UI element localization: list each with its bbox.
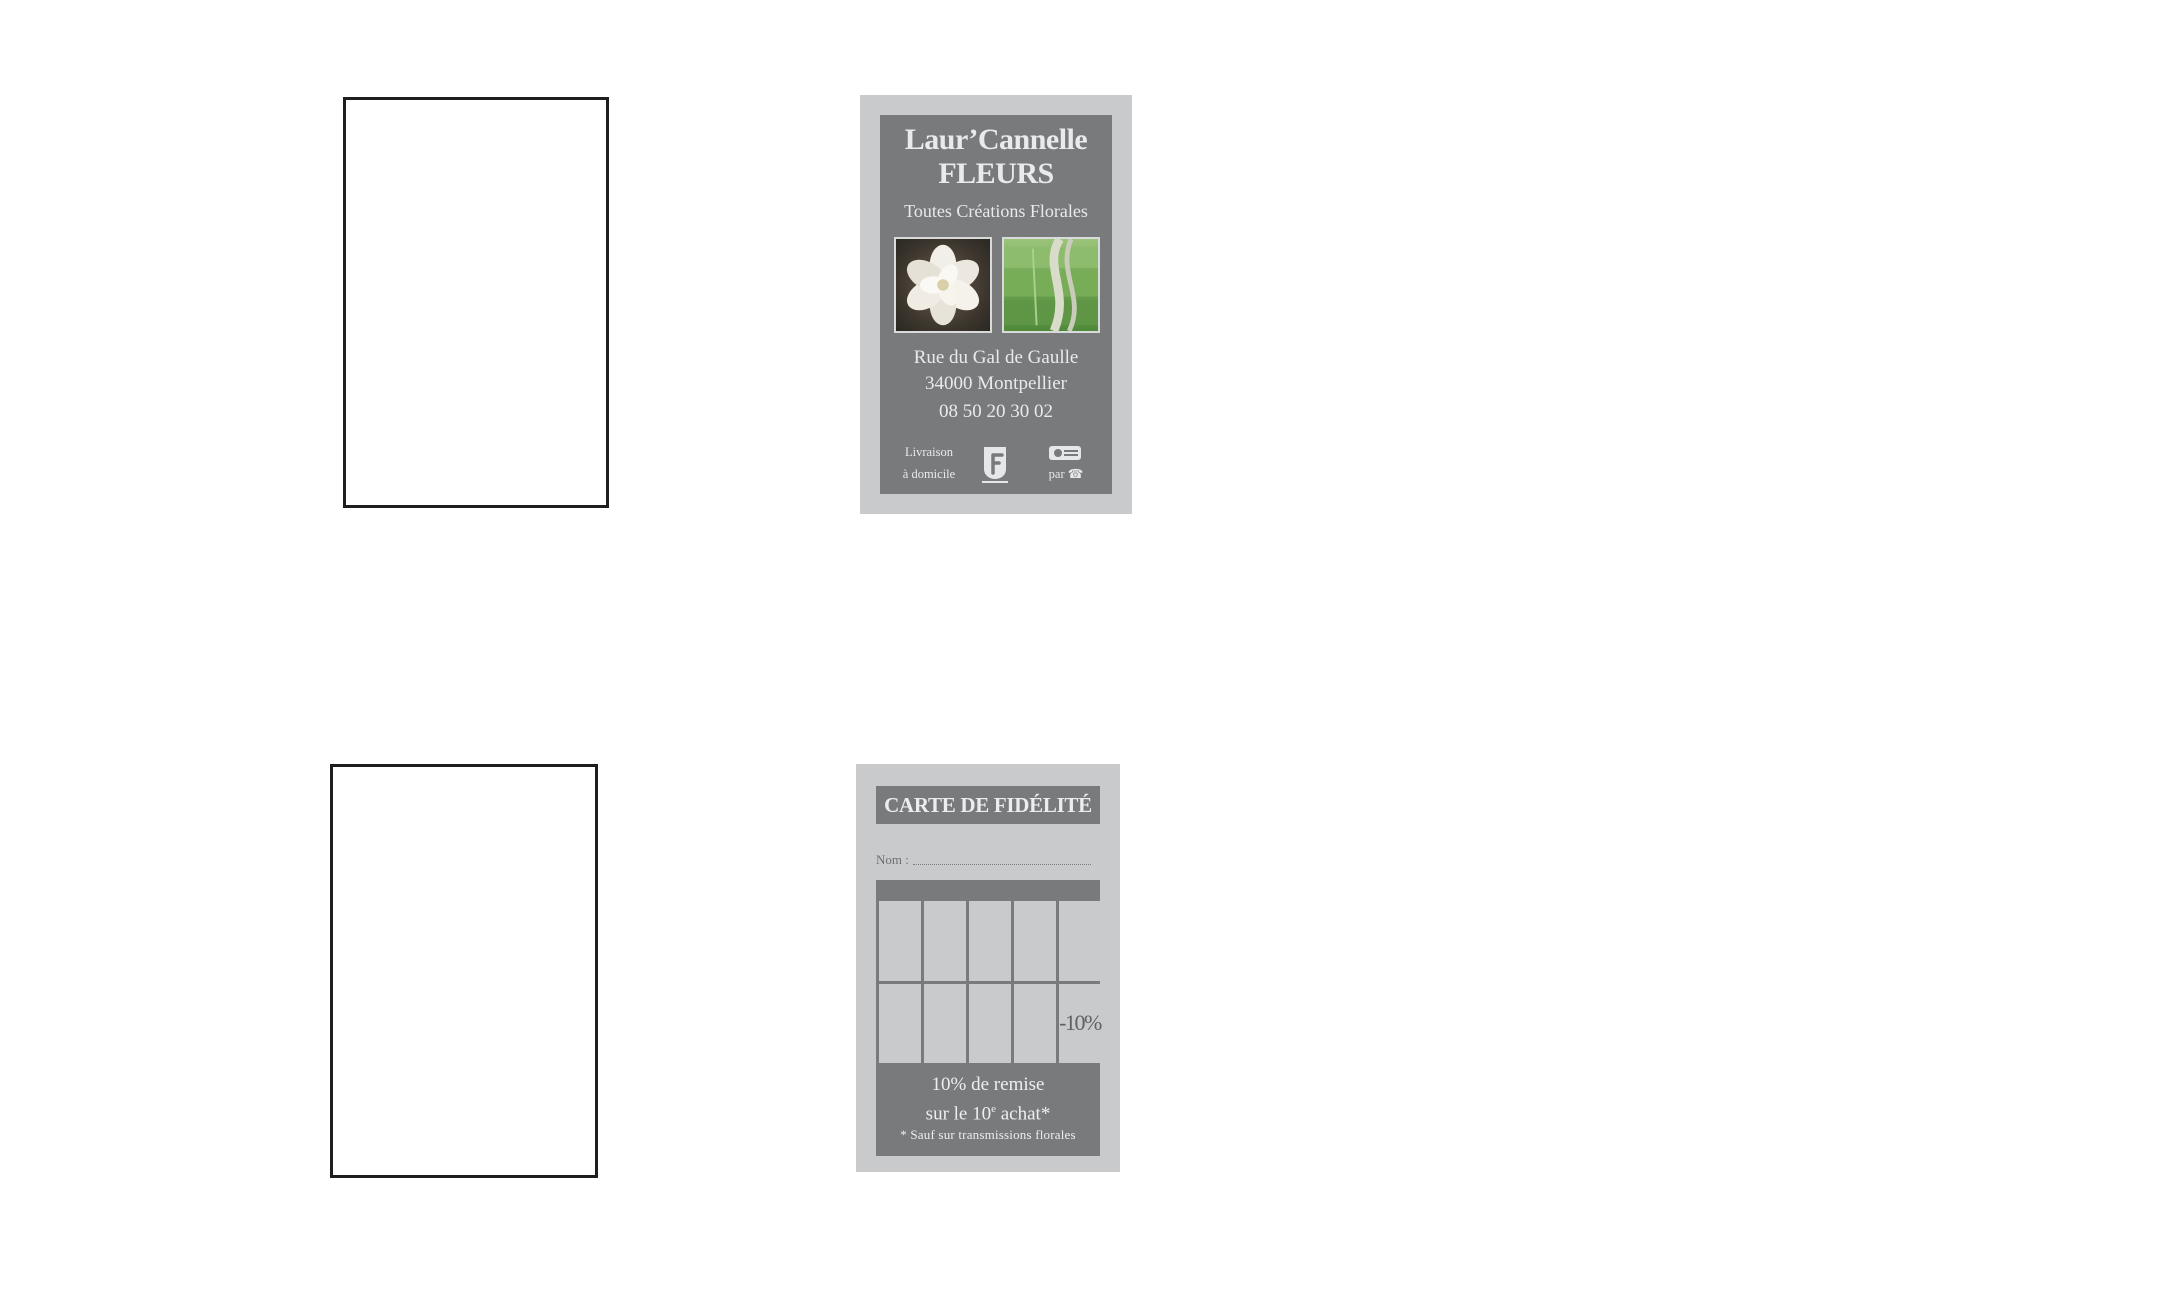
stamp-cell	[969, 901, 1011, 981]
delivery-line2: à domicile	[902, 467, 956, 481]
address-street: Rue du Gal de Gaulle	[913, 347, 1079, 368]
credit-card-icon	[1048, 445, 1082, 461]
business-card: Laur’Cannelle FLEURS Toutes Créations Fl…	[860, 95, 1132, 514]
business-card-footer: Livraison à domicile par ☎	[880, 441, 1112, 491]
name-label: Nom :	[876, 852, 909, 867]
phone-order-label: par ☎	[1042, 465, 1090, 483]
florist-logo-icon	[978, 443, 1012, 485]
bamboo-photo	[1002, 237, 1100, 333]
business-card-panel: Laur’Cannelle FLEURS Toutes Créations Fl…	[880, 115, 1112, 494]
stamp-cell	[879, 901, 921, 981]
stamp-cell	[1014, 983, 1056, 1063]
stamp-cell	[969, 983, 1011, 1063]
stamp-cell-discount: -10%	[1059, 1010, 1102, 1036]
loyalty-card: CARTE DE FIDÉLITÉ Nom : -10% 10% de remi…	[856, 764, 1120, 1172]
loyalty-card-title: CARTE DE FIDÉLITÉ	[876, 786, 1100, 824]
stamp-grid: -10%	[879, 901, 1102, 1063]
stamp-cell	[924, 983, 966, 1063]
offer-note: * Sauf sur transmissions florales	[900, 1127, 1076, 1142]
name-dotted-line	[912, 864, 1091, 865]
home-delivery-label: Livraison à domicile	[894, 441, 964, 485]
blank-card-frame-bottom	[330, 764, 598, 1178]
telephone-icon: ☎	[1067, 467, 1084, 481]
delivery-line1: Livraison	[905, 445, 953, 459]
shop-name-line2: FLEURS	[938, 157, 1054, 190]
stamp-cell	[1014, 901, 1056, 981]
offer-line2-suffix: achat*	[996, 1103, 1051, 1125]
stamp-cell	[879, 983, 921, 1063]
phone-number: 08 50 20 30 02	[939, 401, 1053, 422]
stamp-cell	[924, 901, 966, 981]
shop-name: Laur’Cannelle FLEURS	[880, 123, 1112, 191]
offer-line2: sur le 10e achat*	[876, 1098, 1100, 1125]
stamp-cell: -10%	[1059, 983, 1102, 1063]
shop-tagline: Toutes Créations Florales	[904, 201, 1088, 221]
flower-photo	[894, 237, 992, 333]
address-city: 34000 Montpellier	[925, 373, 1067, 394]
offer-line1: 10% de remise	[931, 1074, 1045, 1095]
offer-line2-prefix: sur le 10	[925, 1103, 992, 1125]
stamp-cell	[1059, 901, 1101, 981]
name-field: Nom :	[876, 850, 1100, 870]
blank-card-frame-top	[343, 97, 609, 508]
stamp-area: -10% 10% de remise sur le 10e achat* * S…	[876, 880, 1102, 1156]
shop-name-line1: Laur’Cannelle	[904, 123, 1088, 156]
phone-order-prefix: par	[1048, 467, 1065, 481]
